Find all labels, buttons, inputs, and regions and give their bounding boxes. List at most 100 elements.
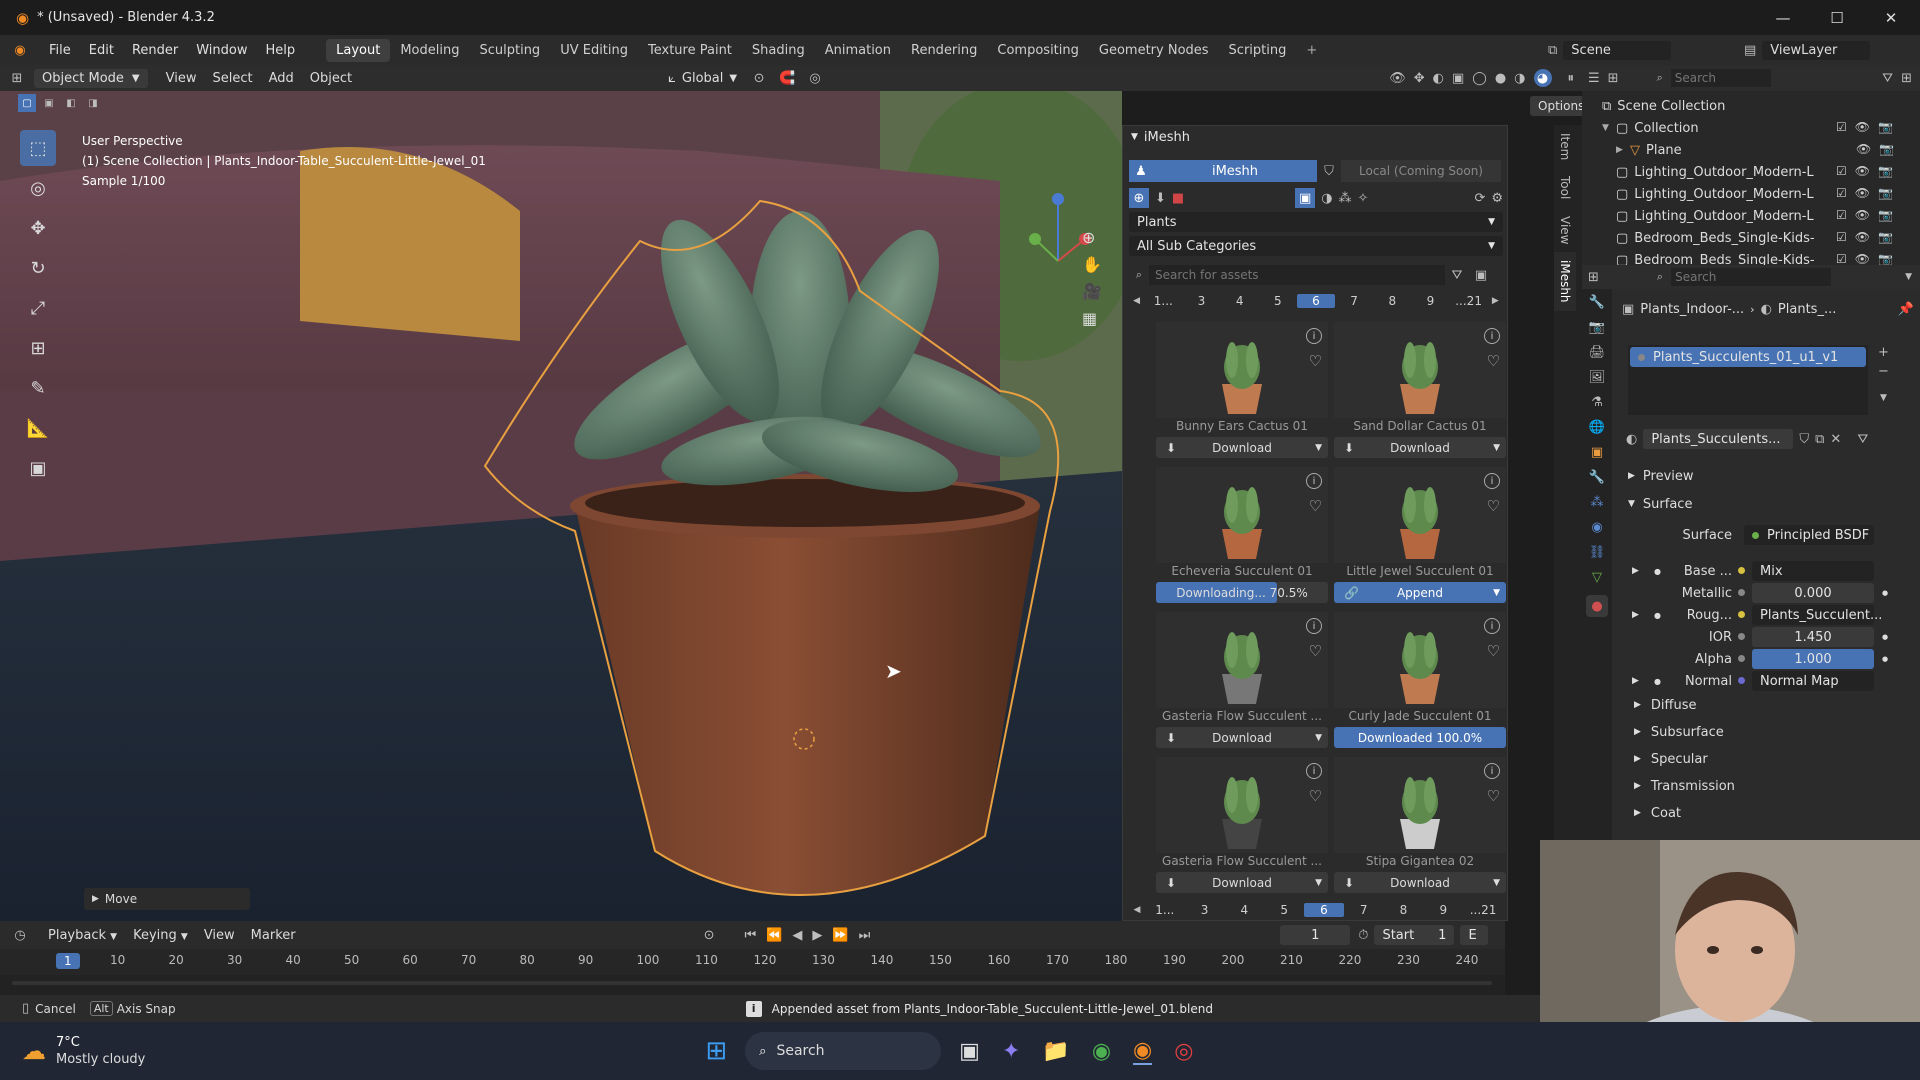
sidetab-item[interactable]: Item [1554, 125, 1576, 168]
prev-page-icon[interactable]: ◀ [1129, 905, 1145, 915]
material-slot-item[interactable]: Plants_Succulents_01_u1_v1 [1630, 347, 1866, 367]
chevron-icon[interactable]: ▶ [1616, 145, 1630, 155]
info-icon[interactable]: i [1484, 473, 1500, 489]
tab-local[interactable]: Local (Coming Soon) [1341, 160, 1501, 182]
heart-icon[interactable]: ♡ [1487, 787, 1500, 805]
constraints-tab-icon[interactable]: ⛓ [1589, 545, 1606, 560]
shading-solid-icon[interactable]: ● [1495, 71, 1506, 86]
checkbox-icon[interactable]: ☑ [1836, 230, 1847, 244]
select-box-tool-icon[interactable]: ⬚ [20, 130, 56, 166]
shader-input-field[interactable]: 1.450 [1752, 627, 1874, 647]
asset-action-button[interactable]: ⬇ Download ▼ [1156, 872, 1328, 893]
next-page-icon[interactable]: ▶ [1488, 296, 1503, 306]
asset-thumbnail[interactable]: i ♡ [1334, 757, 1506, 853]
chrome-icon[interactable]: ◉ [1092, 1039, 1111, 1064]
overlay-icon[interactable]: ◐ [1433, 71, 1444, 86]
mode-dropdown[interactable]: Object Mode ▼ [34, 68, 148, 88]
chevron-down-icon[interactable]: ▼ [1493, 878, 1500, 888]
asset-thumbnail[interactable]: i ♡ [1334, 467, 1506, 563]
stop-icon[interactable]: ■ [1172, 191, 1184, 206]
select-new-icon[interactable]: ▢ [18, 94, 36, 112]
asset-action-button[interactable]: Downloading... 70.5% [1156, 582, 1328, 603]
page-8[interactable]: 8 [1384, 903, 1424, 917]
select-subtract-icon[interactable]: ◧ [62, 94, 80, 112]
pin-icon[interactable]: 📌 [1898, 302, 1914, 317]
camera-icon[interactable]: 📷 [1879, 142, 1894, 156]
info-icon[interactable]: i [1484, 328, 1500, 344]
rotate-tool-icon[interactable]: ↻ [20, 250, 56, 286]
next-keyframe-icon[interactable]: ⏩ [832, 928, 848, 943]
eye-icon[interactable]: 👁 [1855, 186, 1870, 200]
breadcrumb-material[interactable]: Plants_... [1778, 302, 1836, 317]
checkbox-icon[interactable]: ☑ [1836, 120, 1847, 134]
page-8[interactable]: 8 [1373, 294, 1411, 308]
chevron-right-icon[interactable]: ▶ [1632, 566, 1639, 576]
scene-field[interactable]: Scene [1563, 40, 1672, 60]
chevron-down-icon[interactable]: ▼ [1493, 588, 1500, 598]
tab-compositing[interactable]: Compositing [987, 39, 1089, 62]
menu-playback[interactable]: Playback ▼ [40, 928, 125, 943]
ortho-grid-icon[interactable]: ▦ [1082, 309, 1102, 328]
outliner-row[interactable]: ⧉ Scene Collection [1582, 95, 1920, 117]
shader-input-field[interactable]: 1.000 [1752, 649, 1874, 669]
menu-object[interactable]: Object [302, 71, 360, 86]
add-cube-tool-icon[interactable]: ▣ [20, 450, 56, 486]
tab-modeling[interactable]: Modeling [390, 39, 469, 62]
material-browse-icon[interactable]: ◐ [1626, 432, 1637, 447]
heart-icon[interactable]: ♡ [1309, 642, 1322, 660]
blender-menu-icon[interactable]: ◉ [0, 43, 40, 58]
info-icon[interactable]: i [1306, 473, 1322, 489]
heart-icon[interactable]: ♡ [1309, 497, 1322, 515]
scatter-filter-icon[interactable]: ✧ [1358, 191, 1369, 206]
asset-action-button[interactable]: ⬇ Download ▼ [1334, 872, 1506, 893]
file-explorer-icon[interactable]: 📁 [1042, 1039, 1069, 1064]
blender-taskbar-icon[interactable]: ◉ [1133, 1038, 1153, 1065]
menu-window[interactable]: Window [187, 43, 256, 58]
transform-tool-icon[interactable]: ⊞ [20, 330, 56, 366]
outliner-row[interactable]: ▼ ▢ Collection ☑ 👁 📷 [1582, 117, 1920, 139]
imeshh-panel-header[interactable]: ▼ iMeshh [1123, 126, 1507, 148]
material-filter-icon[interactable]: ◑ [1321, 191, 1332, 206]
camera-icon[interactable]: 📷 [1878, 252, 1893, 266]
eye-icon[interactable]: 👁 [1855, 252, 1870, 266]
camera-icon[interactable]: 📷 [1878, 230, 1893, 244]
asset-thumbnail[interactable]: i ♡ [1156, 467, 1328, 563]
download-icon[interactable]: ⬇ [1155, 191, 1166, 206]
chevron-icon[interactable]: ▼ [1602, 123, 1616, 133]
menu-edit[interactable]: Edit [80, 43, 123, 58]
editor-type-icon[interactable]: ☰ [1588, 71, 1600, 86]
sidetab-view[interactable]: View [1554, 208, 1576, 252]
heart-icon[interactable]: ♡ [1487, 642, 1500, 660]
page-9[interactable]: 9 [1411, 294, 1449, 308]
tab-rendering[interactable]: Rendering [901, 39, 987, 62]
properties-search-input[interactable] [1671, 268, 1832, 286]
asset-action-button[interactable]: 🔗 Append ▼ [1334, 582, 1506, 603]
prev-keyframe-icon[interactable]: ⏪ [766, 928, 782, 943]
output-tab-icon[interactable]: 🖨 [1589, 345, 1606, 360]
jump-start-icon[interactable]: ⏮ [745, 928, 757, 943]
view-mode-icon[interactable]: ▣ [1469, 268, 1493, 283]
recording-app-icon[interactable]: ◎ [1174, 1039, 1193, 1064]
data-tab-icon[interactable]: ▽ [1592, 570, 1602, 585]
shading-wireframe-icon[interactable]: ◯ [1472, 71, 1487, 86]
add-slot-icon[interactable]: + [1878, 345, 1889, 360]
page-5[interactable]: 5 [1264, 903, 1304, 917]
camera-icon[interactable]: 📷 [1878, 120, 1893, 134]
pivot-icon[interactable]: ⊙ [745, 71, 773, 86]
chevron-right-icon[interactable]: ▶ [1632, 676, 1639, 686]
start-frame-field[interactable]: Start 1 [1374, 925, 1455, 945]
shading-rendered-icon[interactable]: ◕ [1533, 69, 1552, 87]
asset-card[interactable]: i ♡ Curly Jade Succulent 01 Downloaded 100.… [1334, 612, 1506, 750]
menu-add[interactable]: Add [261, 71, 302, 86]
tab-shading[interactable]: Shading [742, 39, 815, 62]
menu-file[interactable]: File [40, 43, 80, 58]
page-7[interactable]: 7 [1335, 294, 1373, 308]
heart-icon[interactable]: ♡ [1487, 352, 1500, 370]
3d-viewport[interactable]: User Perspective (1) Scene Collection | … [0, 91, 1122, 921]
proportional-edit-icon[interactable]: ◎ [801, 71, 829, 86]
shading-material-icon[interactable]: ◑ [1514, 71, 1525, 86]
asset-action-button[interactable]: ⬇ Download ▼ [1156, 437, 1328, 458]
menu-select[interactable]: Select [204, 71, 260, 86]
page-last[interactable]: ...21 [1450, 294, 1488, 308]
shader-subsection[interactable]: ▶ Subsurface [1612, 720, 1920, 744]
